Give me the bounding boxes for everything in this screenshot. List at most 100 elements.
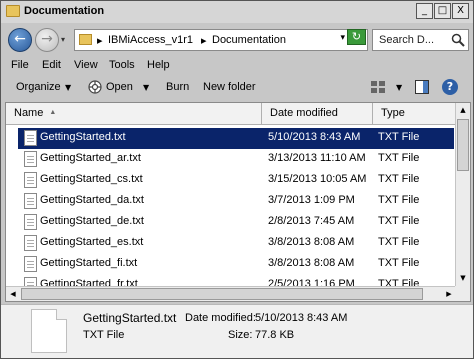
- file-row[interactable]: GettingStarted_fi.txt 3/8/2013 8:08 AM T…: [18, 254, 454, 275]
- column-type[interactable]: Type: [373, 103, 456, 125]
- minimize-button[interactable]: _: [416, 3, 433, 19]
- file-type: TXT File: [378, 278, 420, 286]
- new-folder-button[interactable]: New folder: [203, 81, 256, 93]
- file-name: GettingStarted_fi.txt: [40, 257, 138, 269]
- close-button[interactable]: X: [452, 3, 469, 19]
- file-name: GettingStarted_fr.txt: [40, 278, 138, 286]
- file-row[interactable]: GettingStarted_ar.txt 3/13/2013 11:10 AM…: [18, 149, 454, 170]
- menu-edit[interactable]: Edit: [42, 59, 61, 71]
- title-bar[interactable]: Documentation _ □ X: [1, 1, 473, 23]
- scroll-up-icon[interactable]: ▲: [456, 103, 470, 118]
- address-dropdown[interactable]: ▾: [340, 33, 345, 43]
- sort-ascending-icon: ▲: [49, 109, 57, 116]
- help-icon[interactable]: ?: [442, 79, 458, 95]
- file-name: GettingStarted.txt: [40, 131, 126, 143]
- file-type: TXT File: [378, 257, 420, 269]
- history-dropdown[interactable]: ▾: [61, 35, 65, 44]
- folder-icon: [79, 34, 92, 45]
- explorer-window: Documentation _ □ X ← → ▾ ▸ IBMiAccess_v…: [0, 0, 474, 359]
- file-name: GettingStarted_cs.txt: [40, 173, 143, 185]
- menu-view[interactable]: View: [74, 59, 98, 71]
- address-bar[interactable]: ▸ IBMiAccess_v1r1 ▸ Documentation ▾: [74, 29, 368, 51]
- file-date: 3/15/2013 10:05 AM: [268, 173, 367, 185]
- window-title: Documentation: [24, 5, 105, 17]
- breadcrumb-documentation[interactable]: Documentation: [212, 34, 286, 46]
- details-size-label: Size:: [228, 329, 253, 341]
- file-date: 3/8/2013 8:08 AM: [268, 236, 355, 248]
- open-button[interactable]: Open: [106, 81, 133, 93]
- refresh-button[interactable]: ↻: [347, 29, 366, 45]
- file-row[interactable]: GettingStarted_cs.txt 3/15/2013 10:05 AM…: [18, 170, 454, 191]
- file-type: TXT File: [378, 194, 420, 206]
- organize-dropdown-icon[interactable]: ▼: [65, 83, 71, 92]
- search-icon[interactable]: [451, 33, 465, 47]
- text-file-icon: [31, 309, 67, 353]
- organize-button[interactable]: Organize: [16, 81, 61, 93]
- file-name: GettingStarted_de.txt: [40, 215, 144, 227]
- scroll-corner: [455, 286, 470, 301]
- file-date: 3/13/2013 11:10 AM: [268, 152, 366, 164]
- burn-button[interactable]: Burn: [166, 81, 189, 93]
- file-date: 3/8/2013 8:08 AM: [268, 257, 355, 269]
- text-file-icon: [24, 214, 37, 230]
- column-name[interactable]: Name ▲: [6, 103, 262, 125]
- open-icon[interactable]: [87, 79, 103, 95]
- view-dropdown-icon[interactable]: ▼: [396, 83, 402, 92]
- text-file-icon: [24, 193, 37, 209]
- text-file-icon: [24, 235, 37, 251]
- search-placeholder: Search D...: [379, 34, 435, 46]
- search-input[interactable]: Search D...: [372, 29, 469, 51]
- column-header: Name ▲ Date modified Type: [6, 103, 456, 125]
- file-name: GettingStarted_es.txt: [40, 236, 144, 248]
- file-name: GettingStarted_ar.txt: [40, 152, 141, 164]
- file-date: 3/7/2013 1:09 PM: [268, 194, 355, 206]
- text-file-icon: [24, 172, 37, 188]
- details-pane: GettingStarted.txt Date modified: 5/10/2…: [1, 304, 473, 358]
- text-file-icon: [24, 130, 37, 146]
- menu-tools[interactable]: Tools: [109, 59, 135, 71]
- file-type: TXT File: [378, 152, 420, 164]
- file-row[interactable]: GettingStarted_da.txt 3/7/2013 1:09 PM T…: [18, 191, 454, 212]
- text-file-icon: [24, 277, 37, 286]
- folder-icon: [6, 5, 20, 17]
- back-button[interactable]: ←: [8, 28, 32, 52]
- file-type: TXT File: [378, 173, 420, 185]
- scroll-down-icon[interactable]: ▼: [456, 271, 470, 286]
- column-date-modified[interactable]: Date modified: [262, 103, 373, 125]
- file-type: TXT File: [378, 215, 420, 227]
- vertical-scroll-thumb[interactable]: [457, 119, 469, 171]
- menu-file[interactable]: File: [11, 59, 29, 71]
- file-row[interactable]: GettingStarted_es.txt 3/8/2013 8:08 AM T…: [18, 233, 454, 254]
- column-name-label: Name: [14, 107, 44, 119]
- details-filename: GettingStarted.txt: [83, 311, 177, 325]
- file-date: 5/10/2013 8:43 AM: [268, 131, 361, 143]
- vertical-scrollbar[interactable]: ▲ ▼: [455, 103, 470, 286]
- preview-pane-icon[interactable]: [415, 80, 429, 94]
- breadcrumb-separator[interactable]: ▸: [201, 34, 207, 47]
- horizontal-scroll-thumb[interactable]: [21, 288, 423, 300]
- details-type: TXT File: [83, 329, 125, 341]
- navigation-bar: ← → ▾ ▸ IBMiAccess_v1r1 ▸ Documentation …: [1, 25, 473, 55]
- command-bar: Organize ▼ Open ▼ Burn New folder ▼ ?: [1, 77, 473, 99]
- forward-button[interactable]: →: [35, 28, 59, 52]
- breadcrumb-ibmiaccess[interactable]: IBMiAccess_v1r1: [108, 34, 193, 46]
- file-date: 2/5/2013 1:16 PM: [268, 278, 355, 286]
- horizontal-scrollbar[interactable]: ◀ ▶: [6, 286, 456, 301]
- breadcrumb-separator[interactable]: ▸: [97, 34, 103, 47]
- maximize-button[interactable]: □: [434, 3, 451, 19]
- file-date: 2/8/2013 7:45 AM: [268, 215, 355, 227]
- scroll-right-icon[interactable]: ▶: [442, 287, 456, 301]
- open-dropdown-icon[interactable]: ▼: [143, 83, 149, 92]
- file-type: TXT File: [378, 236, 420, 248]
- file-row[interactable]: GettingStarted_de.txt 2/8/2013 7:45 AM T…: [18, 212, 454, 233]
- menu-help[interactable]: Help: [147, 59, 170, 71]
- file-type: TXT File: [378, 131, 420, 143]
- file-list: Name ▲ Date modified Type GettingStarted.…: [5, 102, 471, 302]
- view-options-icon[interactable]: [370, 80, 386, 94]
- file-row[interactable]: GettingStarted.txt 5/10/2013 8:43 AM TXT…: [18, 128, 454, 149]
- scroll-left-icon[interactable]: ◀: [6, 287, 20, 301]
- file-row[interactable]: GettingStarted_fr.txt 2/5/2013 1:16 PM T…: [18, 275, 454, 286]
- text-file-icon: [24, 151, 37, 167]
- menu-bar: File Edit View Tools Help: [1, 57, 473, 75]
- file-name: GettingStarted_da.txt: [40, 194, 144, 206]
